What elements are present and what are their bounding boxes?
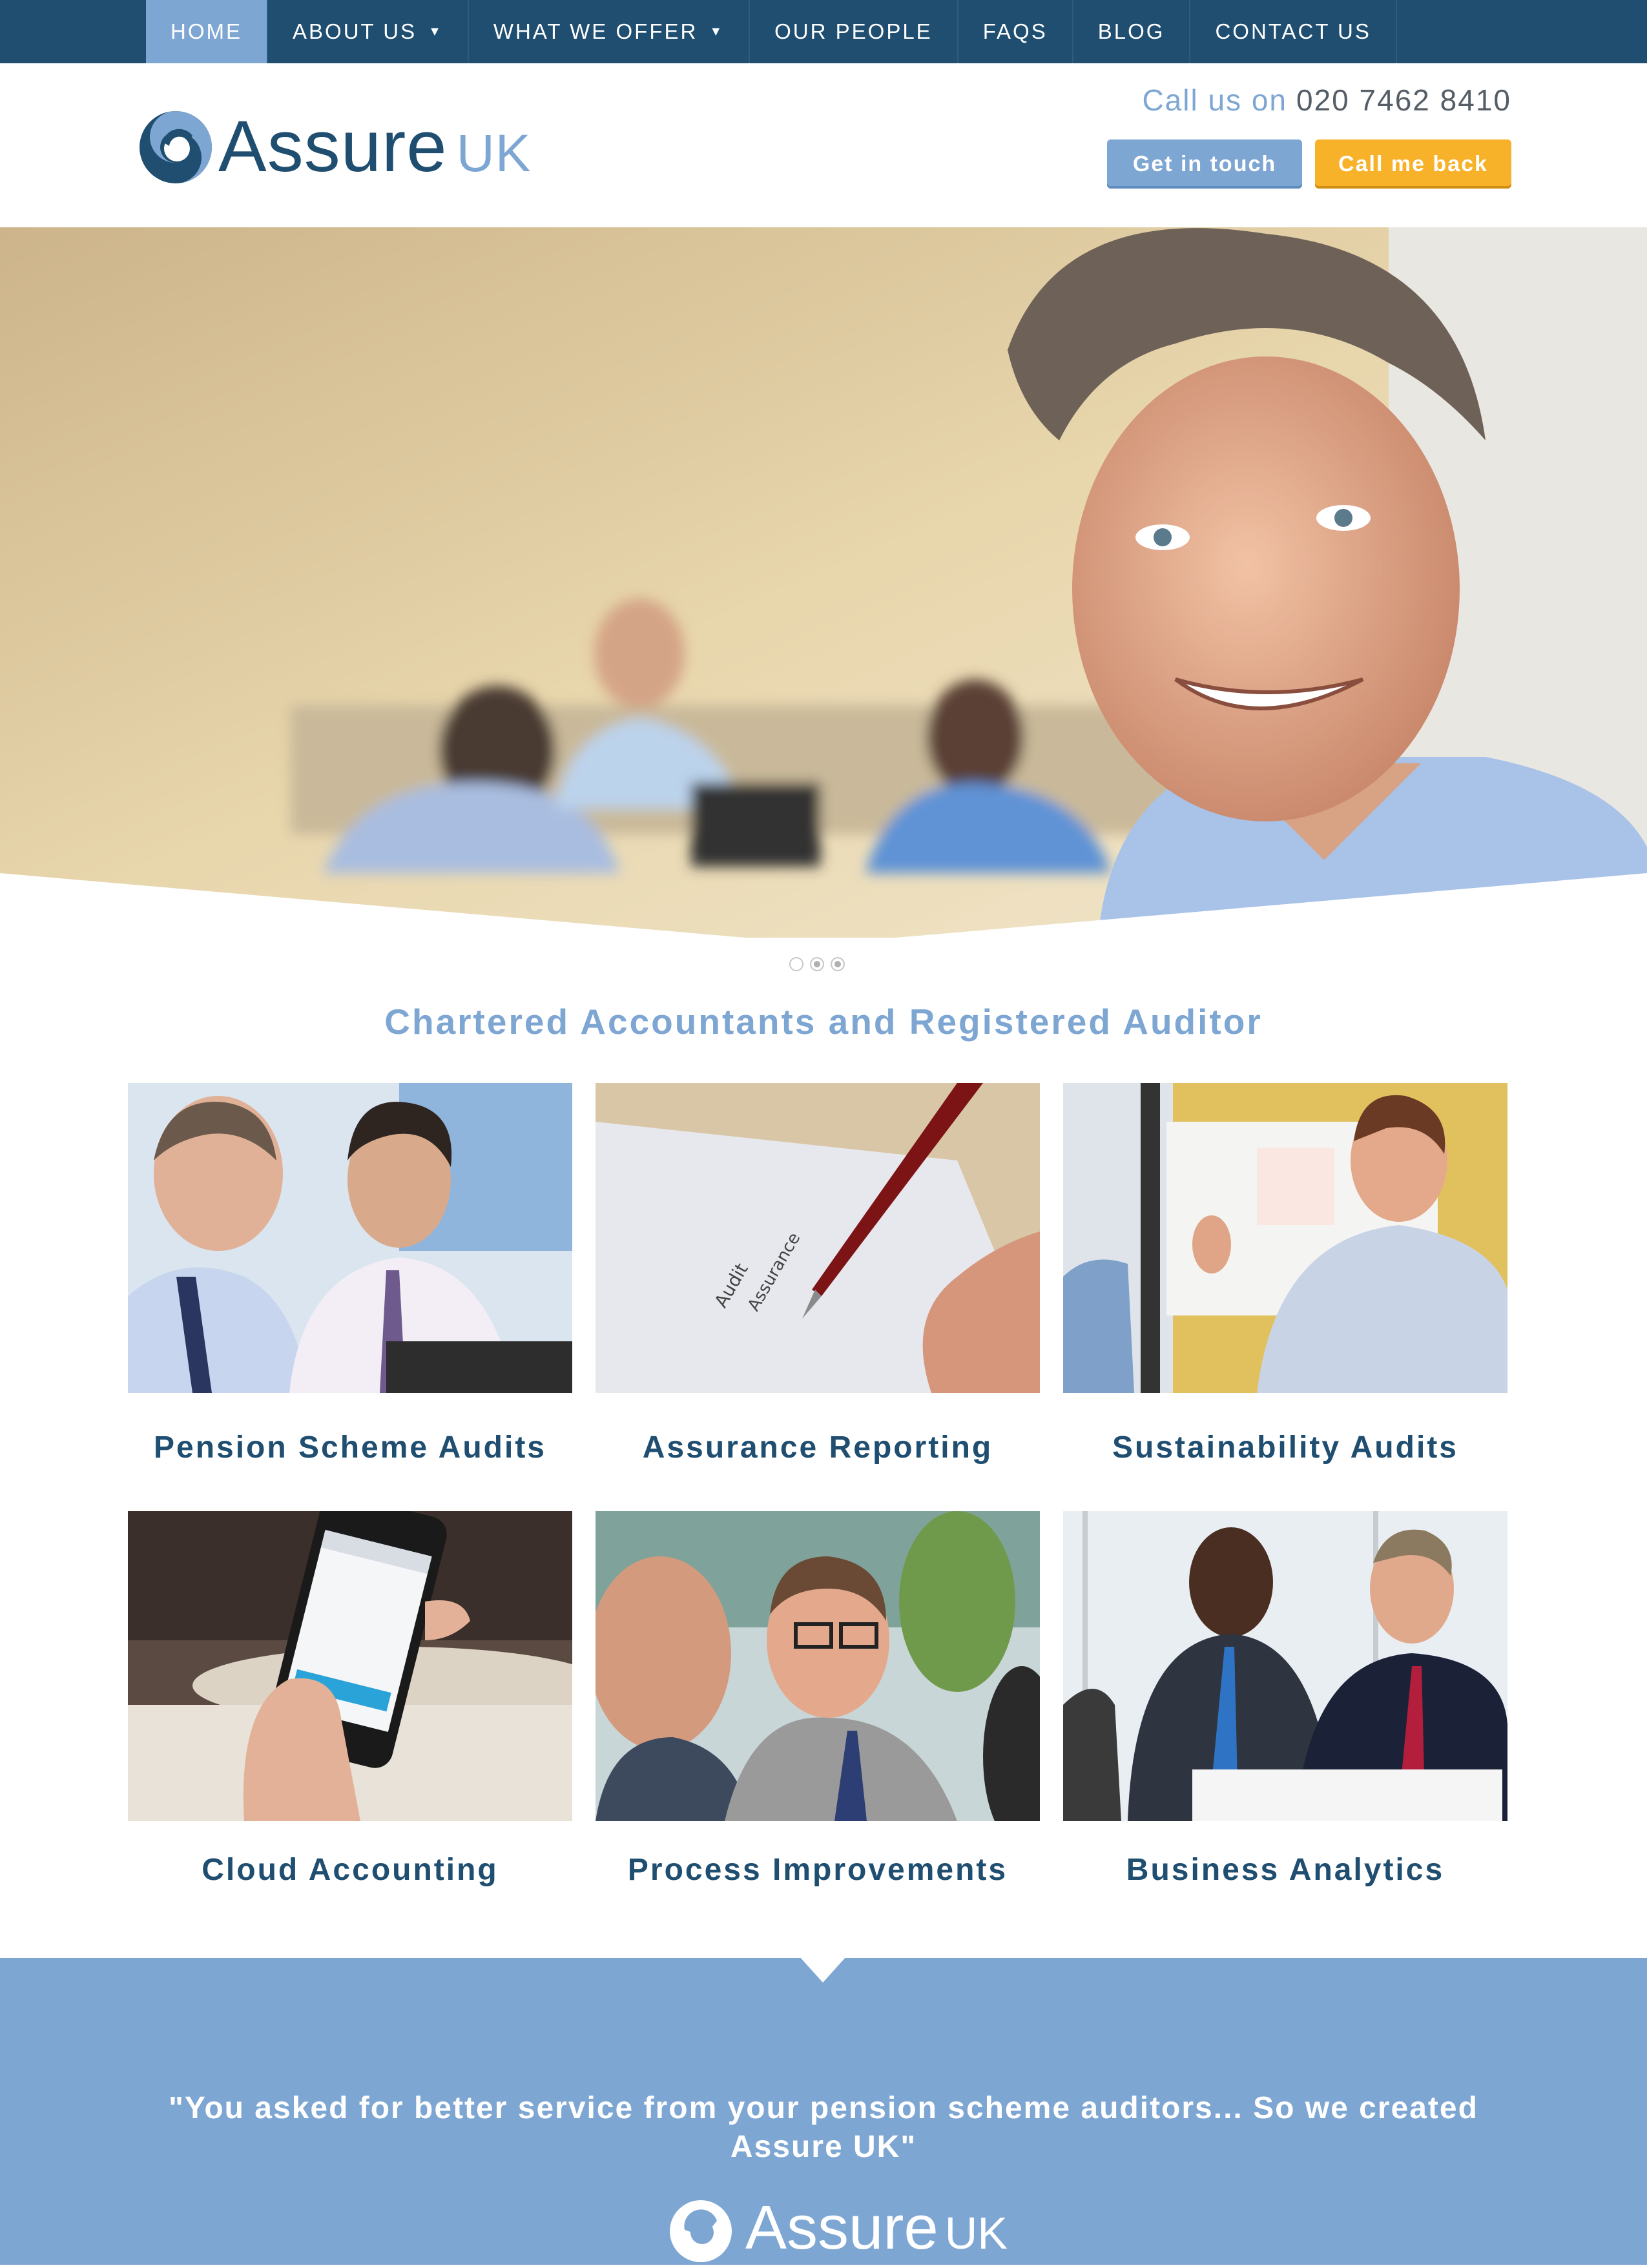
service-title-business-analytics[interactable]: Business Analytics [1063,1852,1507,1888]
footer-logo-wordmark: Assure UK [745,2192,1008,2263]
photo-meeting-glasses [596,1511,1040,1821]
caret-down-icon: ▼ [709,24,725,39]
logo-swirl-icon [140,111,212,183]
top-navigation-bar: HOME ABOUT US ▼ WHAT WE OFFER ▼ OUR PEOP… [0,0,1647,63]
call-us-line: Call us on 020 7462 8410 [1142,83,1511,118]
nav-item-blog[interactable]: BLOG [1073,0,1191,63]
nav-item-label: WHAT WE OFFER [493,19,698,43]
get-in-touch-button[interactable]: Get in touch [1107,139,1302,189]
service-image-business-analytics[interactable] [1063,1511,1507,1821]
slider-dot-active[interactable] [810,957,824,971]
testimonial-quote: "You asked for better service from your … [169,2091,1478,2164]
slider-dot[interactable] [831,957,845,971]
nav-item-label: CONTACT US [1215,19,1371,43]
service-image-sustainability-audits[interactable] [1063,1083,1507,1393]
hero-slide-image [0,227,1647,938]
page-tagline: Chartered Accountants and Registered Aud… [384,1002,1263,1042]
photo-presenter-whiteboard [1063,1083,1507,1393]
logo-swirl-icon [670,2200,732,2262]
nav-item-label: OUR PEOPLE [774,19,933,43]
logo-suffix-text: UK [456,124,532,183]
footer-logo[interactable]: Assure UK [665,2192,1008,2265]
service-title-sustainability-audits[interactable]: Sustainability Audits [1063,1430,1507,1465]
photo-pen-signing: Audit Assurance [596,1083,1040,1393]
nav-item-label: FAQS [982,19,1048,43]
service-title-process-improvements[interactable]: Process Improvements [596,1852,1040,1888]
site-logo[interactable]: Assure UK [137,97,531,194]
nav-item-what-we-offer[interactable]: WHAT WE OFFER ▼ [469,0,751,63]
band-notch-decoration [800,1957,846,1983]
nav-menu: HOME ABOUT US ▼ WHAT WE OFFER ▼ OUR PEOP… [146,0,1397,63]
footer-logo-main-text: Assure [745,2193,938,2262]
photo-two-men-desk [128,1083,572,1393]
phone-number-link[interactable]: 020 7462 8410 [1296,83,1511,117]
photo-businessmen-meeting [1063,1511,1507,1821]
nav-item-faqs[interactable]: FAQS [958,0,1073,63]
photo-hand-phone [128,1511,572,1821]
nav-item-label: HOME [171,19,242,43]
call-label: Call us on [1142,83,1288,117]
service-title-cloud-accounting[interactable]: Cloud Accounting [128,1852,572,1888]
nav-item-about-us[interactable]: ABOUT US ▼ [268,0,469,63]
nav-item-label: ABOUT US [293,19,417,43]
service-image-cloud-accounting[interactable] [128,1511,572,1821]
service-title-assurance-reporting[interactable]: Assurance Reporting [596,1430,1040,1465]
service-title-pension-scheme-audits[interactable]: Pension Scheme Audits [128,1430,572,1465]
footer-logo-suffix-text: UK [944,2208,1008,2258]
service-image-assurance-reporting[interactable]: Audit Assurance [596,1083,1040,1393]
logo-main-text: Assure [218,106,448,187]
slider-dot[interactable] [789,957,803,971]
nav-item-our-people[interactable]: OUR PEOPLE [750,0,958,63]
nav-item-label: BLOG [1097,19,1165,43]
slider-pagination [789,957,845,971]
nav-item-contact-us[interactable]: CONTACT US [1190,0,1397,63]
service-image-process-improvements[interactable] [596,1511,1040,1821]
caret-down-icon: ▼ [428,24,443,39]
service-image-pension-scheme-audits[interactable] [128,1083,572,1393]
call-me-back-button[interactable]: Call me back [1315,139,1511,189]
nav-item-home[interactable]: HOME [146,0,268,63]
logo-wordmark: Assure UK [218,105,532,188]
